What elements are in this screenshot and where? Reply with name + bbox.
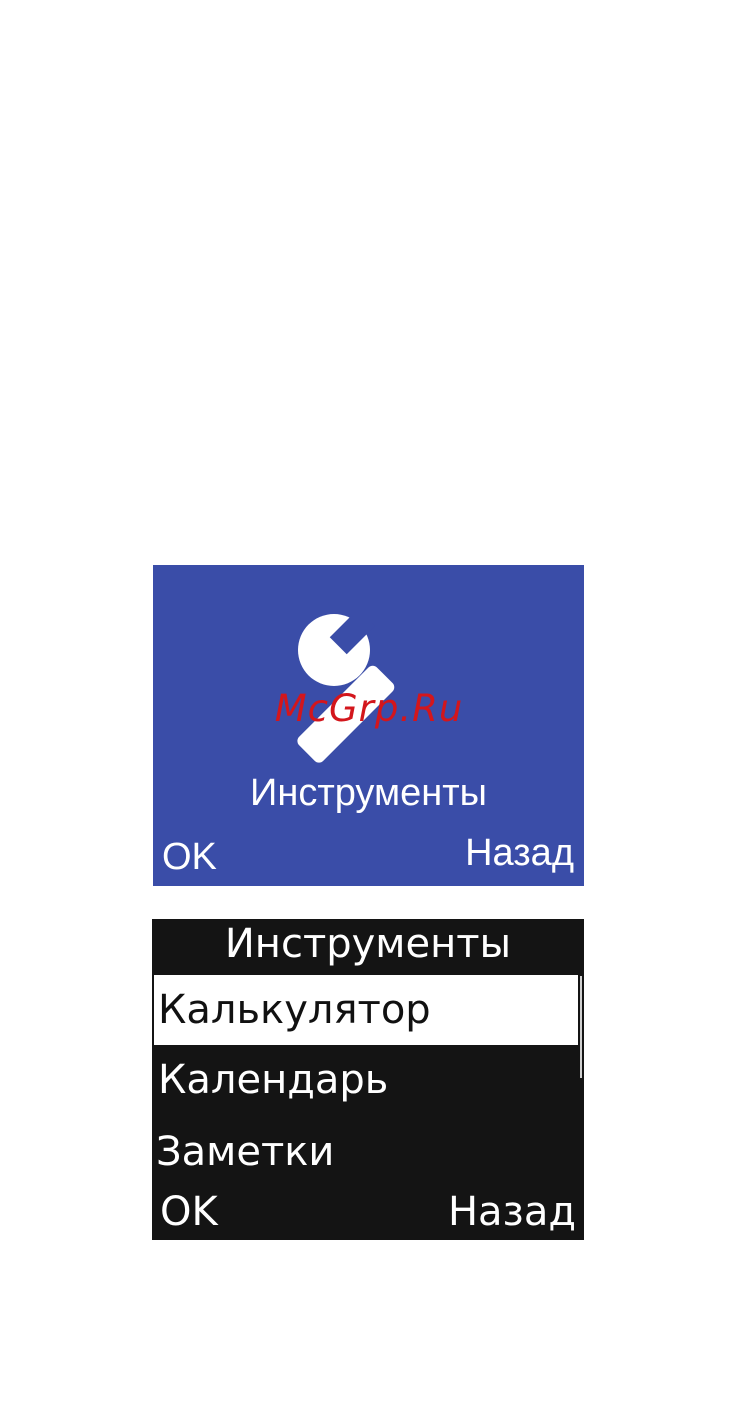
back-softkey[interactable]: Назад	[465, 830, 574, 876]
ok-softkey[interactable]: OK	[162, 834, 217, 880]
menu-title: Инструменты	[224, 921, 512, 967]
watermark: McGrp.Ru	[274, 687, 464, 730]
menu-item-notes[interactable]: Заметки	[152, 1117, 576, 1187]
tools-screen-title: Инструменты	[250, 772, 487, 814]
menu-item-calendar[interactable]: Календарь	[154, 1045, 578, 1115]
menu-back-softkey[interactable]: Назад	[448, 1188, 576, 1236]
menu-ok-softkey[interactable]: OK	[160, 1188, 218, 1236]
menu-item-calculator[interactable]: Калькулятор	[154, 975, 578, 1045]
menu-scrollbar[interactable]	[580, 976, 582, 1078]
